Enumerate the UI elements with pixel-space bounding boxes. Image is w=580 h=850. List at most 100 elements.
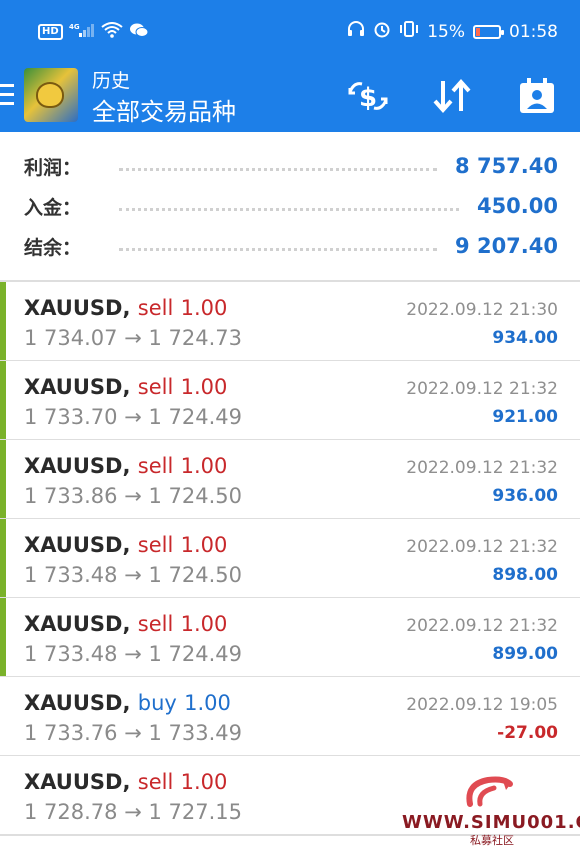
arrow-icon: →	[124, 563, 142, 587]
trade-side: sell	[137, 375, 174, 399]
close-price: 1 733.49	[148, 721, 243, 745]
trade-title: XAUUSD, sell 1.00	[24, 296, 227, 320]
trade-symbol: XAUUSD,	[24, 770, 131, 794]
trade-profit: 921.00	[492, 407, 558, 427]
trade-title: XAUUSD, sell 1.00	[24, 533, 227, 557]
battery-percent: 15%	[427, 21, 465, 42]
trade-title: XAUUSD, sell 1.00	[24, 454, 227, 478]
deposit-label: 入金：	[24, 196, 82, 219]
trade-volume: 1.00	[180, 612, 228, 636]
close-price: 1 724.73	[148, 326, 243, 350]
trade-row[interactable]: XAUUSD, sell 1.00 1 733.86 → 1 724.50 2022…	[0, 440, 580, 520]
alarm-icon	[373, 20, 391, 43]
open-price: 1 733.70	[24, 405, 118, 429]
trade-row[interactable]: XAUUSD, sell 1.00 1 733.70 → 1 724.49 2022…	[0, 361, 580, 441]
open-price: 1 733.76	[24, 721, 118, 745]
trade-profit: -27.00	[497, 723, 558, 743]
open-price: 1 733.48	[24, 642, 118, 666]
trade-symbol: XAUUSD,	[24, 533, 131, 557]
trade-prices: 1 728.78 → 1 727.15	[24, 800, 242, 824]
position-indicator	[0, 440, 6, 518]
sort-icon[interactable]	[430, 76, 474, 116]
trade-title: XAUUSD, sell 1.00	[24, 770, 227, 794]
trade-prices: 1 733.86 → 1 724.50	[24, 484, 242, 508]
app-bar: 历史 全部交易品种 $	[0, 64, 580, 132]
open-price: 1 734.07	[24, 326, 118, 350]
status-left: HD 4G	[38, 22, 149, 41]
trade-prices: 1 734.07 → 1 724.73	[24, 326, 242, 350]
open-price: 1 733.86	[24, 484, 118, 508]
dotted-leader	[119, 247, 438, 251]
trade-date: 2022.09.12 21:32	[406, 379, 558, 399]
trade-profit: 934.00	[492, 328, 558, 348]
position-indicator	[0, 282, 6, 360]
currency-exchange-icon[interactable]: $	[346, 76, 390, 116]
vibrate-icon	[399, 20, 419, 43]
trade-side: sell	[137, 770, 174, 794]
trade-volume: 1.00	[184, 691, 231, 715]
trade-volume: 1.00	[180, 533, 228, 557]
trade-prices: 1 733.70 → 1 724.49	[24, 405, 242, 429]
trade-row[interactable]: XAUUSD, buy 1.00 1 733.76 → 1 733.49 2022.…	[0, 677, 580, 757]
trade-volume: 1.00	[180, 454, 228, 478]
deposit-value: 450.00	[476, 194, 558, 218]
menu-icon[interactable]	[0, 84, 14, 108]
trade-symbol: XAUUSD,	[24, 691, 131, 715]
position-indicator	[0, 361, 6, 439]
status-bar: HD 4G 15% 01:58	[0, 0, 580, 64]
profit-label: 利润：	[24, 156, 82, 179]
position-indicator	[0, 598, 6, 676]
trade-symbol: XAUUSD,	[24, 296, 131, 320]
trade-title: XAUUSD, sell 1.00	[24, 375, 227, 399]
watermark: WWW.SIMU001.CN 私募社区	[402, 774, 580, 847]
trade-side: sell	[137, 296, 174, 320]
trade-profit: 936.00	[492, 486, 558, 506]
watermark-text: WWW.SIMU001.CN	[402, 812, 580, 833]
trade-date: 2022.09.12 21:32	[406, 616, 558, 636]
trade-prices: 1 733.76 → 1 733.49	[24, 721, 242, 745]
headphones-icon	[347, 20, 365, 43]
arrow-icon: →	[124, 800, 142, 824]
dotted-leader	[119, 167, 438, 171]
profit-row: 利润： 8 757.40	[24, 146, 558, 186]
position-indicator	[0, 677, 6, 755]
trade-row[interactable]: XAUUSD, sell 1.00 1 733.48 → 1 724.49 2022…	[0, 598, 580, 678]
trade-row[interactable]: XAUUSD, sell 1.00 1 733.48 → 1 724.50 2022…	[0, 519, 580, 599]
arrow-icon: →	[124, 642, 142, 666]
balance-value: 9 207.40	[455, 234, 558, 258]
wechat-icon	[129, 22, 149, 41]
signal-icon: 4G	[69, 22, 95, 41]
summary-panel: 利润： 8 757.40 入金： 450.00 结余： 9 207.40	[0, 132, 580, 280]
wifi-icon	[101, 22, 123, 41]
position-indicator	[0, 756, 6, 834]
trade-symbol: XAUUSD,	[24, 454, 131, 478]
clock: 01:58	[509, 21, 558, 42]
arrow-icon: →	[124, 721, 142, 745]
page-title: 历史	[92, 70, 131, 92]
trade-prices: 1 733.48 → 1 724.49	[24, 642, 242, 666]
open-price: 1 733.48	[24, 563, 118, 587]
calendar-icon[interactable]	[515, 76, 559, 116]
balance-label: 结余：	[24, 236, 82, 259]
trade-date: 2022.09.12 21:32	[406, 537, 558, 557]
trade-profit: 898.00	[492, 565, 558, 585]
trade-title: XAUUSD, sell 1.00	[24, 612, 227, 636]
trade-symbol: XAUUSD,	[24, 612, 131, 636]
close-price: 1 724.49	[148, 642, 243, 666]
trade-date: 2022.09.12 21:30	[406, 300, 558, 320]
trade-side: sell	[137, 454, 174, 478]
trade-side: sell	[137, 533, 174, 557]
watermark-subtext: 私募社区	[470, 834, 514, 847]
trade-title: XAUUSD, buy 1.00	[24, 691, 231, 715]
arrow-icon: →	[124, 326, 142, 350]
trade-volume: 1.00	[180, 296, 228, 320]
position-indicator	[0, 519, 6, 597]
trade-date: 2022.09.12 21:32	[406, 458, 558, 478]
symbol-filter-title[interactable]: 全部交易品种	[92, 92, 236, 127]
trade-row[interactable]: XAUUSD, sell 1.00 1 734.07 → 1 724.73 2022…	[0, 282, 580, 362]
trade-profit: 899.00	[492, 644, 558, 664]
open-price: 1 728.78	[24, 800, 118, 824]
arrow-icon: →	[124, 405, 142, 429]
network-type: 4G	[69, 23, 80, 31]
close-price: 1 724.49	[148, 405, 243, 429]
